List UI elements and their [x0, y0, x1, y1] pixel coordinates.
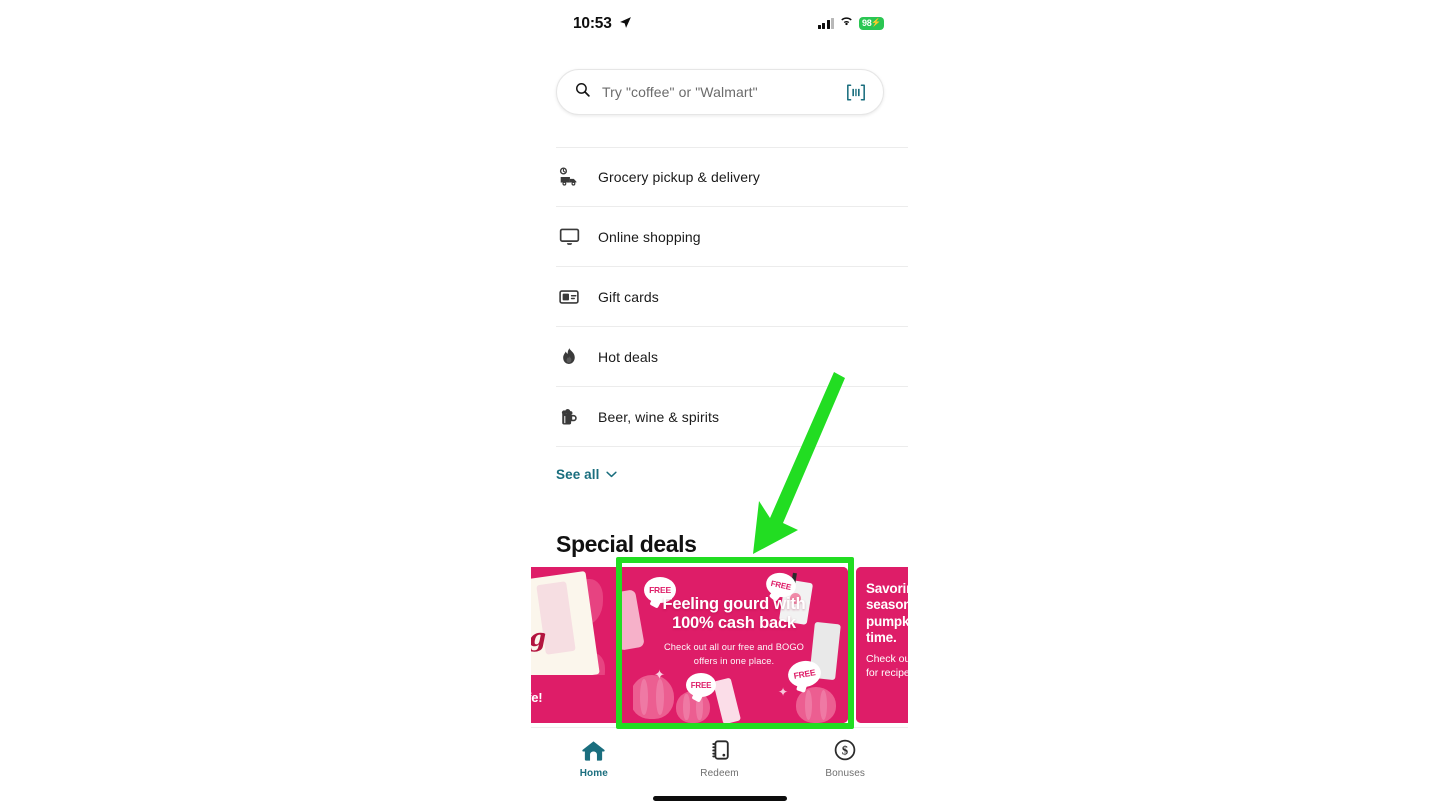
search-bar[interactable]: Try "coffee" or "Walmart" [556, 69, 884, 115]
bottom-tab-bar: Home Redeem $ Bonuses [531, 727, 908, 810]
phone-viewport: 10:53 98 ⚡ Try "coffee" or "Walmart" Gro… [531, 0, 908, 810]
deal-card-feeling-gourd[interactable]: FREE FREE FREE FREE ✦ ✦ Feeling gourd wi… [620, 567, 848, 723]
battery-indicator: 98 ⚡ [859, 16, 884, 30]
beer-mug-icon [556, 404, 582, 430]
tab-label: Home [579, 768, 608, 779]
tab-label: Bonuses [825, 768, 865, 779]
menu-item-hot-deals[interactable]: Hot deals [556, 327, 908, 387]
wifi-icon [839, 14, 854, 32]
see-all-label: See all [556, 467, 600, 482]
status-bar-time: 10:53 [573, 15, 612, 32]
menu-item-label: Online shopping [598, 228, 701, 245]
card-left-bottom-panel [531, 675, 633, 723]
card-right-subtext: Check out for recipes [866, 653, 908, 679]
svg-text:$: $ [842, 744, 848, 758]
card-headline-line1: Feeling gourd with [662, 595, 806, 613]
menu-item-online-shopping[interactable]: Online shopping [556, 207, 908, 267]
card-subtext-line1: Check out all our free and BOGO [663, 641, 805, 652]
quick-links-list: Grocery pickup & delivery Online shoppin… [556, 147, 908, 447]
deal-card-right-partial[interactable]: Savoring seasonal pumpkin time. Check ou… [856, 567, 908, 723]
deal-card-left-partial[interactable]: ing g for life! [531, 567, 633, 723]
card-right-headline: Savoring seasonal pumpkin time. [866, 581, 908, 646]
menu-item-label: Beer, wine & spirits [598, 408, 720, 425]
flame-icon [556, 344, 582, 370]
card-left-tagline: g for life! [531, 690, 543, 705]
sparkle-decoration: ✦ [778, 685, 789, 699]
screenshot-root: 10:53 98 ⚡ Try "coffee" or "Walmart" Gro… [0, 0, 1440, 810]
home-indicator [652, 796, 787, 801]
menu-item-grocery-pickup-delivery[interactable]: Grocery pickup & delivery [556, 147, 908, 207]
battery-charging-icon: ⚡ [870, 18, 881, 27]
dollar-circle-icon: $ [833, 737, 857, 763]
tab-bonuses[interactable]: $ Bonuses [782, 728, 908, 810]
menu-item-label: Hot deals [598, 348, 659, 365]
chevron-down-icon [606, 471, 618, 478]
free-badge: FREE [686, 673, 716, 697]
card-left-script-text: ing [531, 623, 546, 652]
card-copy: Feeling gourd with 100% cash back Check … [620, 595, 848, 668]
cellular-signal-icon [817, 17, 834, 29]
search-input[interactable]: Try "coffee" or "Walmart" [602, 84, 835, 100]
see-all-button[interactable]: See all [556, 467, 618, 482]
receipt-icon [708, 737, 732, 763]
pumpkin-decoration [630, 675, 674, 719]
monitor-icon [556, 224, 582, 250]
location-arrow-icon [619, 16, 632, 29]
menu-item-label: Gift cards [598, 288, 659, 305]
menu-item-gift-cards[interactable]: Gift cards [556, 267, 908, 327]
gift-card-icon [556, 284, 582, 310]
search-icon [574, 81, 591, 103]
pumpkin-decoration [796, 687, 836, 723]
status-bar: 10:53 98 ⚡ [531, 0, 908, 46]
menu-item-beer-wine-spirits[interactable]: Beer, wine & spirits [556, 387, 908, 447]
tab-home[interactable]: Home [531, 728, 657, 810]
special-deals-carousel[interactable]: ing g for life! FREE FREE FREE [531, 567, 908, 723]
special-deals-title: Special deals [556, 531, 697, 557]
home-icon [581, 737, 606, 763]
card-subtext-line2: offers in one place. [693, 655, 775, 666]
sparkle-decoration: ✦ [654, 667, 665, 682]
barcode-scanner-icon[interactable] [846, 83, 866, 101]
menu-item-label: Grocery pickup & delivery [598, 169, 761, 185]
delivery-truck-icon [556, 164, 582, 190]
card-headline-line2: 100% cash back [672, 614, 796, 633]
status-bar-indicators: 98 ⚡ [817, 14, 884, 32]
tab-label: Redeem [700, 768, 739, 779]
